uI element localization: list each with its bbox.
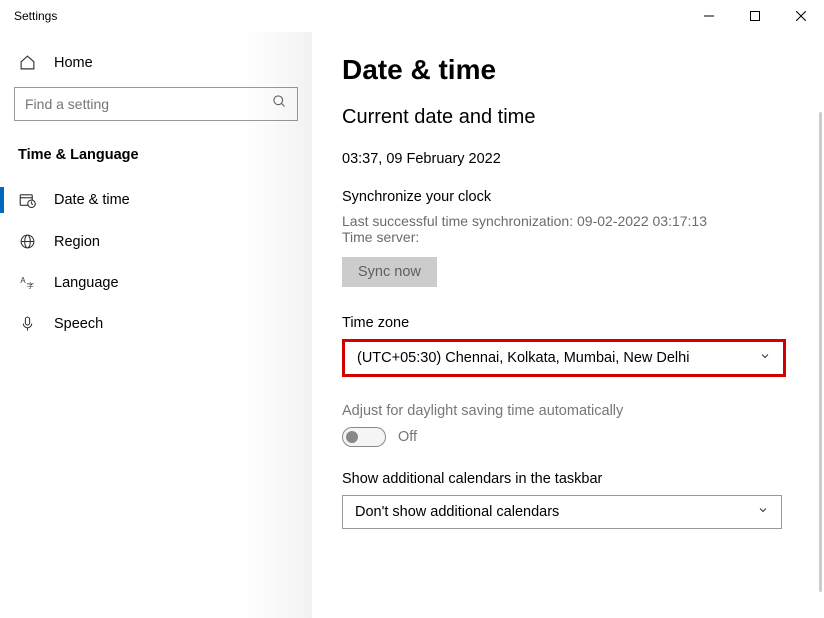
- nav-label: Region: [54, 234, 100, 250]
- search-input[interactable]: [25, 96, 272, 112]
- nav-language[interactable]: A字 Language: [0, 262, 312, 303]
- window-controls: [686, 0, 824, 32]
- timezone-value: (UTC+05:30) Chennai, Kolkata, Mumbai, Ne…: [357, 350, 689, 366]
- scrollbar[interactable]: [819, 112, 822, 592]
- chevron-down-icon: [759, 350, 771, 366]
- section-title: Current date and time: [342, 106, 794, 129]
- search-container: [0, 81, 312, 137]
- chevron-down-icon: [757, 504, 769, 520]
- timezone-label: Time zone: [342, 315, 794, 331]
- content-area: Date & time Current date and time 03:37,…: [312, 32, 824, 618]
- main-container: Home Time & Language Date & time Region: [0, 32, 824, 618]
- search-box[interactable]: [14, 87, 298, 121]
- clock-calendar-icon: [18, 191, 36, 209]
- microphone-icon: [18, 315, 36, 332]
- category-title: Time & Language: [0, 137, 312, 179]
- nav-date-time[interactable]: Date & time: [0, 179, 312, 221]
- dst-toggle-row: Off: [342, 427, 794, 447]
- calendars-label: Show additional calendars in the taskbar: [342, 471, 794, 487]
- dst-state: Off: [398, 429, 417, 445]
- sync-header: Synchronize your clock: [342, 189, 794, 205]
- nav-label: Date & time: [54, 192, 130, 208]
- titlebar: Settings: [0, 0, 824, 32]
- page-title: Date & time: [342, 54, 794, 86]
- current-datetime: 03:37, 09 February 2022: [342, 151, 794, 167]
- maximize-button[interactable]: [732, 0, 778, 32]
- dst-toggle[interactable]: [342, 427, 386, 447]
- nav-region[interactable]: Region: [0, 221, 312, 262]
- window-title: Settings: [14, 9, 57, 23]
- nav-speech[interactable]: Speech: [0, 303, 312, 344]
- svg-text:A: A: [20, 276, 26, 285]
- time-server: Time server:: [342, 229, 794, 245]
- home-nav[interactable]: Home: [0, 44, 312, 81]
- home-icon: [18, 54, 36, 71]
- sync-last: Last successful time synchronization: 09…: [342, 213, 794, 229]
- calendars-select[interactable]: Don't show additional calendars: [342, 495, 782, 529]
- timezone-select[interactable]: (UTC+05:30) Chennai, Kolkata, Mumbai, Ne…: [342, 339, 786, 377]
- search-icon: [272, 94, 287, 114]
- nav-label: Language: [54, 275, 119, 291]
- minimize-button[interactable]: [686, 0, 732, 32]
- globe-icon: [18, 233, 36, 250]
- home-label: Home: [54, 55, 93, 71]
- sidebar: Home Time & Language Date & time Region: [0, 32, 312, 618]
- svg-text:字: 字: [26, 281, 33, 290]
- sync-now-button[interactable]: Sync now: [342, 257, 437, 287]
- nav-label: Speech: [54, 316, 103, 332]
- calendars-value: Don't show additional calendars: [355, 504, 559, 520]
- language-icon: A字: [18, 274, 36, 291]
- dst-label: Adjust for daylight saving time automati…: [342, 403, 794, 419]
- close-button[interactable]: [778, 0, 824, 32]
